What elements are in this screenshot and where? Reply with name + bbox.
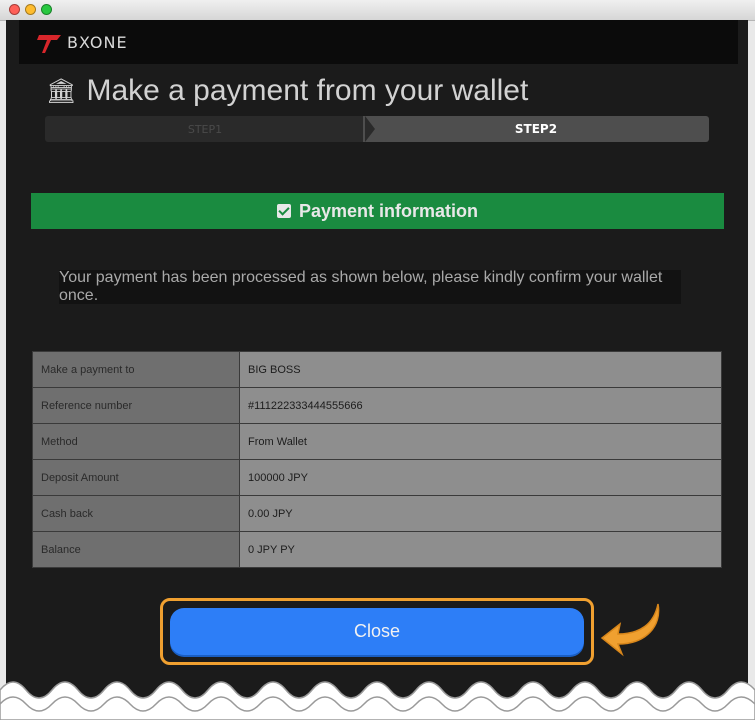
row-label: Reference number bbox=[32, 387, 240, 424]
row-label: Make a payment to bbox=[32, 351, 240, 388]
zoom-window-button[interactable] bbox=[41, 4, 52, 15]
table-row: Make a payment to BIG BOSS bbox=[32, 351, 722, 388]
row-value: BIG BOSS bbox=[239, 351, 722, 388]
payment-notice: Your payment has been processed as shown… bbox=[59, 269, 681, 304]
bank-icon: 🏛 bbox=[46, 77, 77, 105]
payment-details-table: Make a payment to BIG BOSS Reference numbe… bbox=[32, 351, 722, 568]
row-value: 0 JPY PY bbox=[239, 531, 722, 568]
step-1: STEP1 bbox=[45, 116, 365, 142]
row-label: Cash back bbox=[32, 495, 240, 532]
brand-logo-icon bbox=[37, 35, 61, 53]
row-value: 0.00 JPY bbox=[239, 495, 722, 532]
window-titlebar bbox=[0, 0, 755, 21]
table-row: Reference number #111222333444555666 bbox=[32, 387, 722, 424]
step-2: STEP2 bbox=[363, 116, 709, 142]
table-row: Deposit Amount 100000 JPY bbox=[32, 459, 722, 496]
row-value: 100000 JPY bbox=[239, 459, 722, 496]
torn-edge-decoration bbox=[0, 681, 755, 720]
row-value: #111222333444555666 bbox=[239, 387, 722, 424]
banner-label: Payment information bbox=[298, 200, 479, 221]
table-row: Method From Wallet bbox=[32, 423, 722, 460]
step-arrow bbox=[365, 116, 375, 142]
row-label: Method bbox=[32, 423, 240, 460]
page-title: 🏛 Make a payment from your wallet bbox=[46, 74, 528, 108]
row-label: Balance bbox=[32, 531, 240, 568]
brand-name: BXONE bbox=[67, 33, 128, 52]
row-value: From Wallet bbox=[239, 423, 722, 460]
pointer-arrow-icon bbox=[600, 603, 660, 657]
app-window: BXONE 🏛 Make a payment from your wallet … bbox=[6, 20, 748, 720]
payment-info-banner: Payment information bbox=[31, 193, 724, 229]
table-row: Cash back 0.00 JPY bbox=[32, 495, 722, 532]
top-navbar: BXONE bbox=[19, 20, 738, 64]
checkbox-icon bbox=[276, 204, 291, 218]
minimize-window-button[interactable] bbox=[25, 4, 36, 15]
step-progress: STEP1 STEP2 bbox=[45, 116, 709, 142]
close-button[interactable]: Close bbox=[170, 608, 584, 655]
page-title-text: Make a payment from your wallet bbox=[86, 74, 529, 107]
close-window-button[interactable] bbox=[9, 4, 20, 15]
row-label: Deposit Amount bbox=[32, 459, 240, 496]
table-row: Balance 0 JPY PY bbox=[32, 531, 722, 568]
